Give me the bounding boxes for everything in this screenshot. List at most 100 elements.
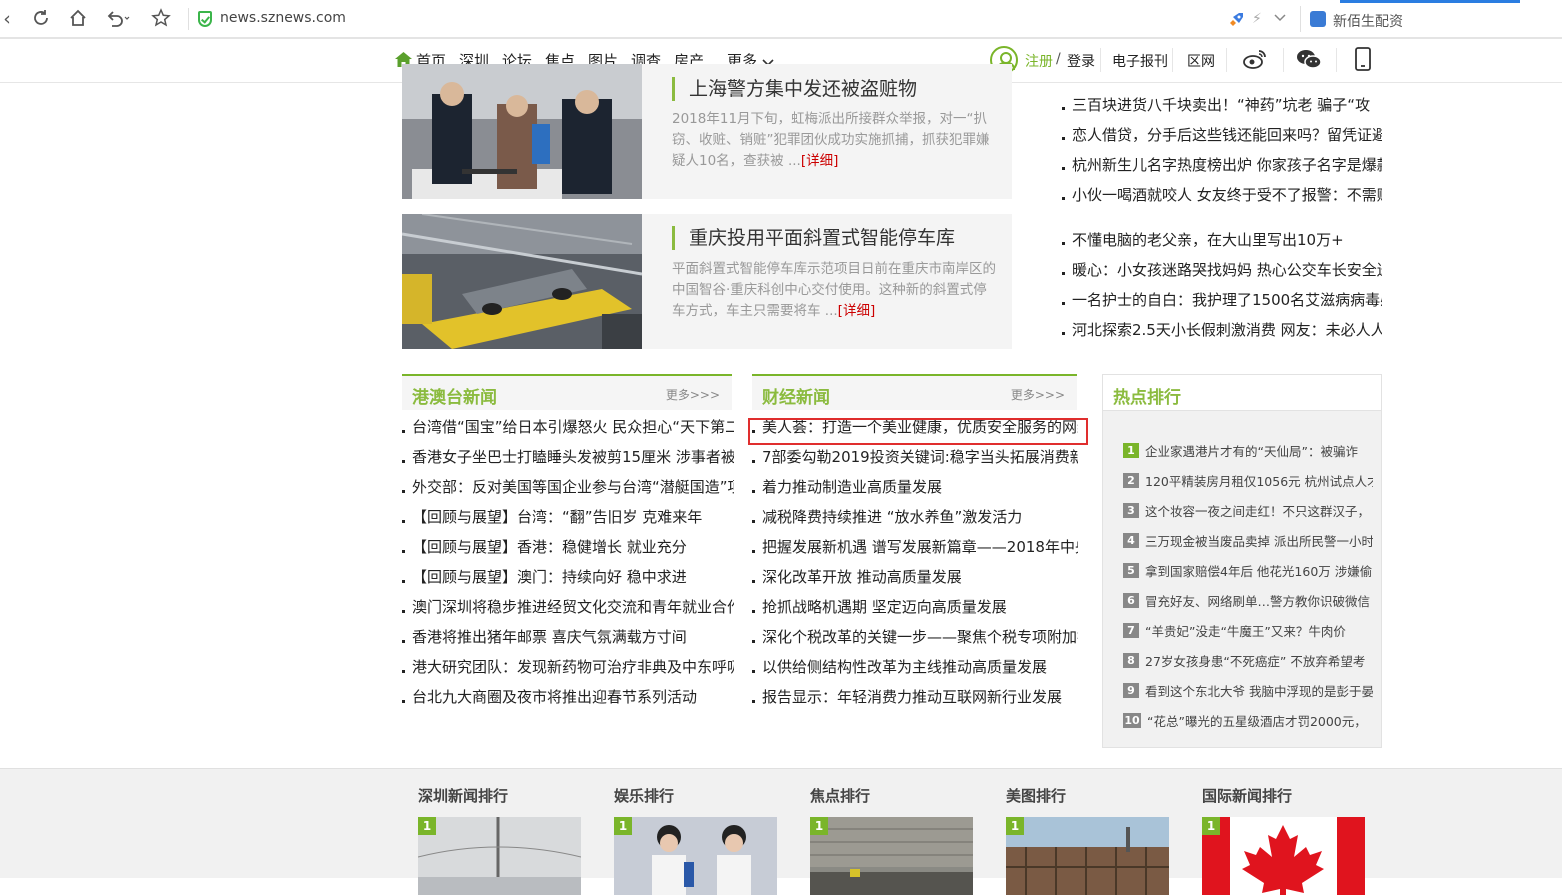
rank-text: “羊贵妃”没走“牛魔王”又来？牛肉价: [1145, 624, 1346, 639]
rank-item[interactable]: 5 拿到国家赔偿4年后 他花光160万 涉嫌偷: [1123, 561, 1373, 591]
feature-summary: 2018年11月下旬，虹梅派出所接群众举报，对一“扒窃、收赃、销赃”犯罪团伙成功…: [672, 109, 997, 172]
secure-shield-icon: [198, 11, 212, 27]
refresh-icon[interactable]: [30, 8, 52, 30]
rank-item[interactable]: 8 27岁女孩身患“不死癌症” 不放弃希望考: [1123, 651, 1373, 681]
list-item[interactable]: 把握发展新机遇 谱写发展新篇章——2018年中央经: [752, 536, 1078, 566]
rank-column-title[interactable]: 国际新闻排行: [1202, 785, 1292, 806]
browser-toolbar: ‹ news.sznews.com ⚡ 新佰生配资: [0, 0, 1562, 38]
list-item[interactable]: 暖心：小女孩迷路哭找妈妈 热心公交车长安全送回: [1062, 259, 1382, 289]
rank-column-title[interactable]: 深圳新闻排行: [418, 785, 508, 806]
extension-button[interactable]: 新佰生配资: [1300, 0, 1562, 38]
rank-number: 2: [1123, 473, 1139, 488]
list-item[interactable]: 不懂电脑的老父亲，在大山里写出10万+: [1062, 229, 1382, 259]
feature-story: 上海警方集中发还被盗赃物 2018年11月下旬，虹梅派出所接群众举报，对一“扒窃…: [402, 64, 1012, 199]
rank-text: 企业家遇港片才有的“天仙局”：被骗诈: [1145, 444, 1358, 459]
more-link[interactable]: 更多>>>: [666, 386, 720, 403]
list-item[interactable]: 着力推动制造业高质量发展: [752, 476, 1078, 506]
list-item[interactable]: 香港将推出猪年邮票 喜庆气氛满载方寸间: [402, 626, 734, 656]
section-title[interactable]: 财经新闻: [762, 383, 830, 408]
speed-rocket-icon[interactable]: [1227, 11, 1245, 33]
register-link[interactable]: 注册: [1025, 51, 1053, 71]
detail-link[interactable]: [详细]: [801, 153, 839, 169]
list-item[interactable]: 外交部：反对美国等国企业参与台湾“潜艇国造”项: [402, 476, 734, 506]
rank-number: 9: [1123, 683, 1139, 698]
list-item[interactable]: 减税降费持续推进 “放水养鱼”激发活力: [752, 506, 1078, 536]
rank-item[interactable]: 9 看到这个东北大爷 我脑中浮现的是彭于晏: [1123, 681, 1373, 711]
rank-number: 1: [1123, 443, 1139, 458]
rank-item[interactable]: 1 企业家遇港片才有的“天仙局”：被骗诈: [1123, 441, 1373, 471]
rank-thumbnail[interactable]: 1: [1006, 817, 1169, 895]
feature-title[interactable]: 上海警方集中发还被盗赃物: [672, 77, 917, 101]
list-item[interactable]: 【回顾与展望】香港：稳健增长 就业充分: [402, 536, 734, 566]
feature-photo[interactable]: [402, 64, 642, 199]
lightning-icon[interactable]: ⚡: [1252, 11, 1262, 27]
rank-item[interactable]: 3 这个妆容一夜之间走红！不只这群汉子，: [1123, 501, 1373, 531]
epaper-link[interactable]: 电子报刊: [1112, 51, 1168, 71]
rank-badge: 1: [614, 817, 632, 835]
list-item[interactable]: 7部委勾勒2019投资关键词:稳字当头拓展消费新增长: [752, 446, 1078, 476]
rank-number: 8: [1123, 653, 1139, 668]
undo-icon[interactable]: [105, 8, 130, 30]
rank-item[interactable]: 4 三万现金被当废品卖掉 派出所民警一小时: [1123, 531, 1373, 561]
rank-item[interactable]: 10 “花总”曝光的五星级酒店才罚2000元，: [1123, 711, 1373, 741]
rank-column-title[interactable]: 娱乐排行: [614, 785, 674, 806]
rank-number: 4: [1123, 533, 1139, 548]
bookmark-star-icon[interactable]: [150, 8, 172, 30]
list-item[interactable]: 杭州新生儿名字热度榜出炉 你家孩子名字是爆款: [1062, 154, 1382, 184]
rank-badge: 1: [1006, 817, 1024, 835]
hot-ranking-panel: 热点排行 1 企业家遇港片才有的“天仙局”：被骗诈 2 120平精装房月租仅1056…: [1102, 374, 1382, 748]
more-link[interactable]: 更多>>>: [1011, 386, 1065, 403]
login-link[interactable]: 登录: [1067, 51, 1095, 71]
rank-item[interactable]: 6 冒充好友、网络刷单…警方教你识破微信: [1123, 591, 1373, 621]
rank-item[interactable]: 2 120平精装房月租仅1056元 杭州试点人才: [1123, 471, 1373, 501]
list-item[interactable]: 澳门深圳将稳步推进经贸文化交流和青年就业合作: [402, 596, 734, 626]
list-item[interactable]: 深化个税改革的关键一步——聚焦个税专项附加扣除: [752, 626, 1078, 656]
section-title[interactable]: 港澳台新闻: [412, 383, 497, 408]
url-text: news.sznews.com: [220, 10, 346, 26]
list-item[interactable]: 小伙一喝酒就咬人 女友终于受不了报警：不需赔: [1062, 184, 1382, 214]
weibo-icon[interactable]: [1243, 48, 1267, 74]
rank-text: 看到这个东北大爷 我脑中浮现的是彭于晏: [1145, 684, 1373, 699]
list-item[interactable]: 三百块进货八千块卖出！“神药”坑老 骗子“攻: [1062, 94, 1382, 124]
section-header-hk-taiwan: 港澳台新闻 更多>>>: [402, 374, 732, 410]
section-title: 热点排行: [1113, 388, 1181, 408]
wechat-icon[interactable]: [1296, 48, 1322, 74]
rank-thumbnail[interactable]: 1: [418, 817, 581, 895]
list-item[interactable]: 【回顾与展望】台湾：“翻”告旧岁 克难来年: [402, 506, 734, 536]
rank-thumbnail[interactable]: 1: [810, 817, 973, 895]
canada-flag-icon: [1202, 817, 1365, 895]
detail-link[interactable]: [详细]: [838, 303, 876, 319]
list-item[interactable]: 以供给侧结构性改革为主线推动高质量发展: [752, 656, 1078, 686]
feature-summary-text: 平面斜置式智能停车库示范项目日前在重庆市南岸区的中国智谷·重庆科创中心交付使用。…: [672, 261, 996, 319]
list-item[interactable]: 一名护士的自白：我护理了1500名艾滋病病毒感染: [1062, 289, 1382, 319]
list-item[interactable]: 香港女子坐巴士打瞌睡头发被剪15厘米 涉事者被捕: [402, 446, 734, 476]
rank-text: 120平精装房月租仅1056元 杭州试点人才: [1145, 474, 1373, 489]
feature-photo[interactable]: [402, 214, 642, 349]
mobile-icon[interactable]: [1355, 47, 1371, 75]
home-browser-icon[interactable]: [67, 8, 89, 30]
login-separator: /: [1056, 51, 1061, 67]
section-header-finance: 财经新闻 更多>>>: [752, 374, 1077, 410]
list-item[interactable]: 深化改革开放 推动高质量发展: [752, 566, 1078, 596]
list-item[interactable]: 抢抓战略机遇期 坚定迈向高质量发展: [752, 596, 1078, 626]
district-link[interactable]: 区网: [1187, 51, 1215, 71]
rank-number: 7: [1123, 623, 1139, 638]
rank-column-title[interactable]: 美图排行: [1006, 785, 1066, 806]
list-item[interactable]: 恋人借贷，分手后这些钱还能回来吗？留凭证避免: [1062, 124, 1382, 154]
hot-ranking-header: 热点排行: [1103, 375, 1381, 411]
rank-item[interactable]: 7 “羊贵妃”没走“牛魔王”又来？牛肉价: [1123, 621, 1373, 651]
list-item[interactable]: 河北探索2.5天小长假刺激消费 网友：未必人人受: [1062, 319, 1382, 349]
list-item[interactable]: 港大研究团队：发现新药物可治疗非典及中东呼吸综: [402, 656, 734, 686]
feature-title[interactable]: 重庆投用平面斜置式智能停车库: [672, 226, 955, 250]
address-bar[interactable]: news.sznews.com: [190, 6, 1300, 32]
list-item[interactable]: 【回顾与展望】澳门：持续向好 稳中求进: [402, 566, 734, 596]
list-item[interactable]: 台北九大商圈及夜市将推出迎春节系列活动: [402, 686, 734, 716]
rank-column-title[interactable]: 焦点排行: [810, 785, 870, 806]
dropdown-chevron-icon[interactable]: [1273, 10, 1287, 27]
paw-icon: [1310, 11, 1326, 27]
rank-thumbnail[interactable]: 1: [1202, 817, 1365, 895]
list-item[interactable]: 报告显示：年轻消费力推动互联网新行业发展: [752, 686, 1078, 716]
list-item[interactable]: 台湾借“国宝”给日本引爆怒火 民众担心“天下第二行: [402, 416, 734, 446]
rank-thumbnail[interactable]: 1: [614, 817, 777, 895]
back-icon[interactable]: ‹: [0, 8, 18, 30]
